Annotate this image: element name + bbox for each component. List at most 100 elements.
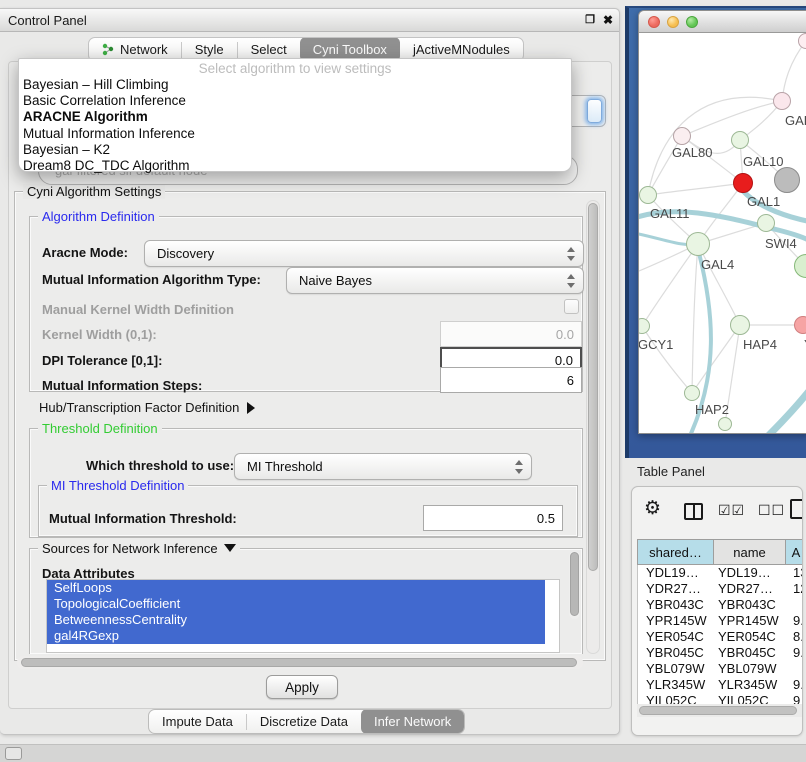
- combo-focus-button[interactable]: [587, 99, 602, 123]
- float-window-icon[interactable]: ❐: [582, 9, 598, 32]
- cell-name: YDL19…: [718, 565, 771, 581]
- zoom-traffic-light[interactable]: [686, 16, 698, 28]
- node-label-gal4: GAL4: [701, 257, 734, 272]
- data-attribute-item[interactable]: TopologicalCoefficient: [47, 596, 545, 612]
- table-row[interactable]: YLR345W YLR345W 9.: [638, 677, 803, 693]
- mutual-information-threshold-field[interactable]: 0.5: [423, 505, 563, 531]
- select-all-checkboxes-icon[interactable]: ☑☑: [718, 503, 745, 519]
- cell-name: YBL079W: [718, 661, 777, 677]
- tab-infer-network[interactable]: Infer Network: [361, 709, 464, 734]
- data-attribute-item[interactable]: BetweennessCentrality: [47, 612, 545, 628]
- algorithm-dropdown-popup: Select algorithm to view settings Bayesi…: [18, 58, 572, 172]
- algorithm-list-item[interactable]: Bayesian – Hill Climbing: [19, 77, 571, 93]
- table-row[interactable]: YPR145W YPR145W 9.: [638, 613, 803, 629]
- algorithm-placeholder: Select algorithm to view settings: [19, 61, 571, 77]
- mi-threshold-definition-title: MI Threshold Definition: [47, 478, 188, 493]
- hub-definition-disclosure[interactable]: Hub/Transcription Factor Definition: [39, 400, 255, 415]
- tab-discretize-data-label: Discretize Data: [260, 709, 348, 734]
- dpi-tolerance-label: DPI Tolerance [0,1]:: [42, 353, 162, 368]
- algorithm-list-item[interactable]: Basic Correlation Inference: [19, 93, 571, 109]
- cell-shared-name: YBR045C: [646, 645, 704, 661]
- table-row[interactable]: YDL19… YDL19… 13: [638, 565, 803, 581]
- node-swi4[interactable]: [757, 214, 775, 232]
- table-body[interactable]: YDL19… YDL19… 13 YDR27… YDR27… 12 YBR043…: [637, 565, 803, 704]
- expanded-arrow-icon[interactable]: [224, 544, 236, 552]
- algorithm-list-item[interactable]: Dream8 DC_TDC Algorithm: [19, 158, 571, 174]
- table-row[interactable]: YBR045C YBR045C 9.: [638, 645, 803, 661]
- columns-icon[interactable]: [684, 503, 703, 520]
- manual-kernel-checkbox[interactable]: [564, 299, 579, 314]
- table-row[interactable]: YBR043C YBR043C: [638, 597, 803, 613]
- cell-name: YBR045C: [718, 645, 776, 661]
- node-gal-pink[interactable]: [773, 92, 791, 110]
- attributes-scrollbar[interactable]: [569, 551, 580, 619]
- combo-stepper-icon: [515, 460, 524, 474]
- network-window-titlebar[interactable]: [639, 11, 806, 33]
- tab-discretize-data[interactable]: Discretize Data: [247, 709, 361, 734]
- algorithm-list-item[interactable]: Bayesian – K2: [19, 142, 571, 158]
- mi-type-combo[interactable]: Naive Bayes: [286, 267, 584, 294]
- cell-shared-name: YBL079W: [646, 661, 705, 677]
- algorithm-list-item[interactable]: Mutual Information Inference: [19, 126, 571, 142]
- node-gal10[interactable]: [731, 131, 749, 149]
- table-row[interactable]: YIL052C YIL052C 9: [638, 693, 803, 704]
- data-attribute-item[interactable]: gal4RGexp: [47, 628, 545, 644]
- cell-name: YBR043C: [718, 597, 776, 613]
- algorithm-list-item[interactable]: ARACNE Algorithm: [19, 109, 571, 125]
- node-bottom[interactable]: [718, 417, 732, 431]
- table-row[interactable]: YBL079W YBL079W: [638, 661, 803, 677]
- node-gray[interactable]: [774, 167, 800, 193]
- mi-steps-field[interactable]: 6: [440, 367, 582, 393]
- kernel-width-field[interactable]: 0.0: [440, 321, 582, 347]
- aracne-mode-combo[interactable]: Discovery: [144, 240, 584, 267]
- scrollbar-thumb[interactable]: [588, 203, 598, 571]
- cell-name: YDR27…: [718, 581, 773, 597]
- node-label-gal80: GAL80: [672, 145, 712, 160]
- bottom-strip: [0, 744, 806, 762]
- close-traffic-light[interactable]: [648, 16, 660, 28]
- node-salmon[interactable]: [794, 316, 806, 334]
- deselect-all-checkboxes-icon[interactable]: ☐☐: [758, 503, 785, 519]
- network-window: GALGAL80GAL10GAL1GAL11SWI4GAL4GCY1HAP4YH…: [638, 10, 806, 434]
- column-header-name[interactable]: name: [713, 539, 785, 565]
- node-gal80[interactable]: [673, 127, 691, 145]
- node-hap2[interactable]: [684, 385, 700, 401]
- control-panel-title: Control Panel: [8, 9, 87, 32]
- node-label-gal11: GAL11: [650, 206, 690, 221]
- table-horizontal-scrollbar[interactable]: [637, 704, 803, 717]
- node-hap4[interactable]: [730, 315, 750, 335]
- settings-horizontal-scrollbar[interactable]: [17, 656, 583, 669]
- data-attributes-list[interactable]: SelfLoopsTopologicalCoefficientBetweenne…: [46, 579, 560, 653]
- minimized-panel-icon[interactable]: [5, 747, 22, 760]
- tab-impute-data[interactable]: Impute Data: [149, 709, 246, 734]
- scrollbar-thumb[interactable]: [639, 706, 797, 715]
- cell-shared-name: YLR345W: [646, 677, 705, 693]
- apply-button[interactable]: Apply: [266, 675, 338, 699]
- data-attribute-item[interactable]: SelfLoops: [47, 580, 545, 596]
- table-panel-title: Table Panel: [637, 464, 705, 479]
- cell-shared-name: YPR145W: [646, 613, 707, 629]
- scrollbar-thumb[interactable]: [21, 658, 577, 667]
- close-window-icon[interactable]: ✖: [600, 9, 616, 32]
- cell-name: YIL052C: [718, 693, 769, 704]
- node-gal11[interactable]: [639, 186, 657, 204]
- node-gal1[interactable]: [733, 173, 753, 193]
- page-icon[interactable]: [790, 499, 803, 519]
- table-row[interactable]: YER054C YER054C 8.: [638, 629, 803, 645]
- scrollbar-thumb[interactable]: [570, 552, 579, 616]
- collapsed-arrow-icon[interactable]: [247, 402, 255, 414]
- node-gal4[interactable]: [686, 232, 710, 256]
- which-threshold-combo[interactable]: MI Threshold: [234, 453, 532, 480]
- gear-icon[interactable]: ⚙: [644, 497, 661, 519]
- column-header-clipped[interactable]: A: [785, 539, 803, 565]
- settings-vertical-scrollbar[interactable]: [586, 200, 600, 654]
- mi-threshold-definition-group: MI Threshold Definition Mutual Informati…: [38, 485, 578, 537]
- node-label-hap4: HAP4: [743, 337, 777, 352]
- network-canvas[interactable]: GALGAL80GAL10GAL1GAL11SWI4GAL4GCY1HAP4YH…: [639, 33, 806, 434]
- table-row[interactable]: YDR27… YDR27… 12: [638, 581, 803, 597]
- cell-name: YER054C: [718, 629, 776, 645]
- cell-value: 9: [793, 693, 800, 704]
- column-header-shared[interactable]: shared…: [637, 539, 713, 565]
- minimize-traffic-light[interactable]: [667, 16, 679, 28]
- threshold-definition-group: Threshold Definition Which threshold to …: [29, 428, 583, 538]
